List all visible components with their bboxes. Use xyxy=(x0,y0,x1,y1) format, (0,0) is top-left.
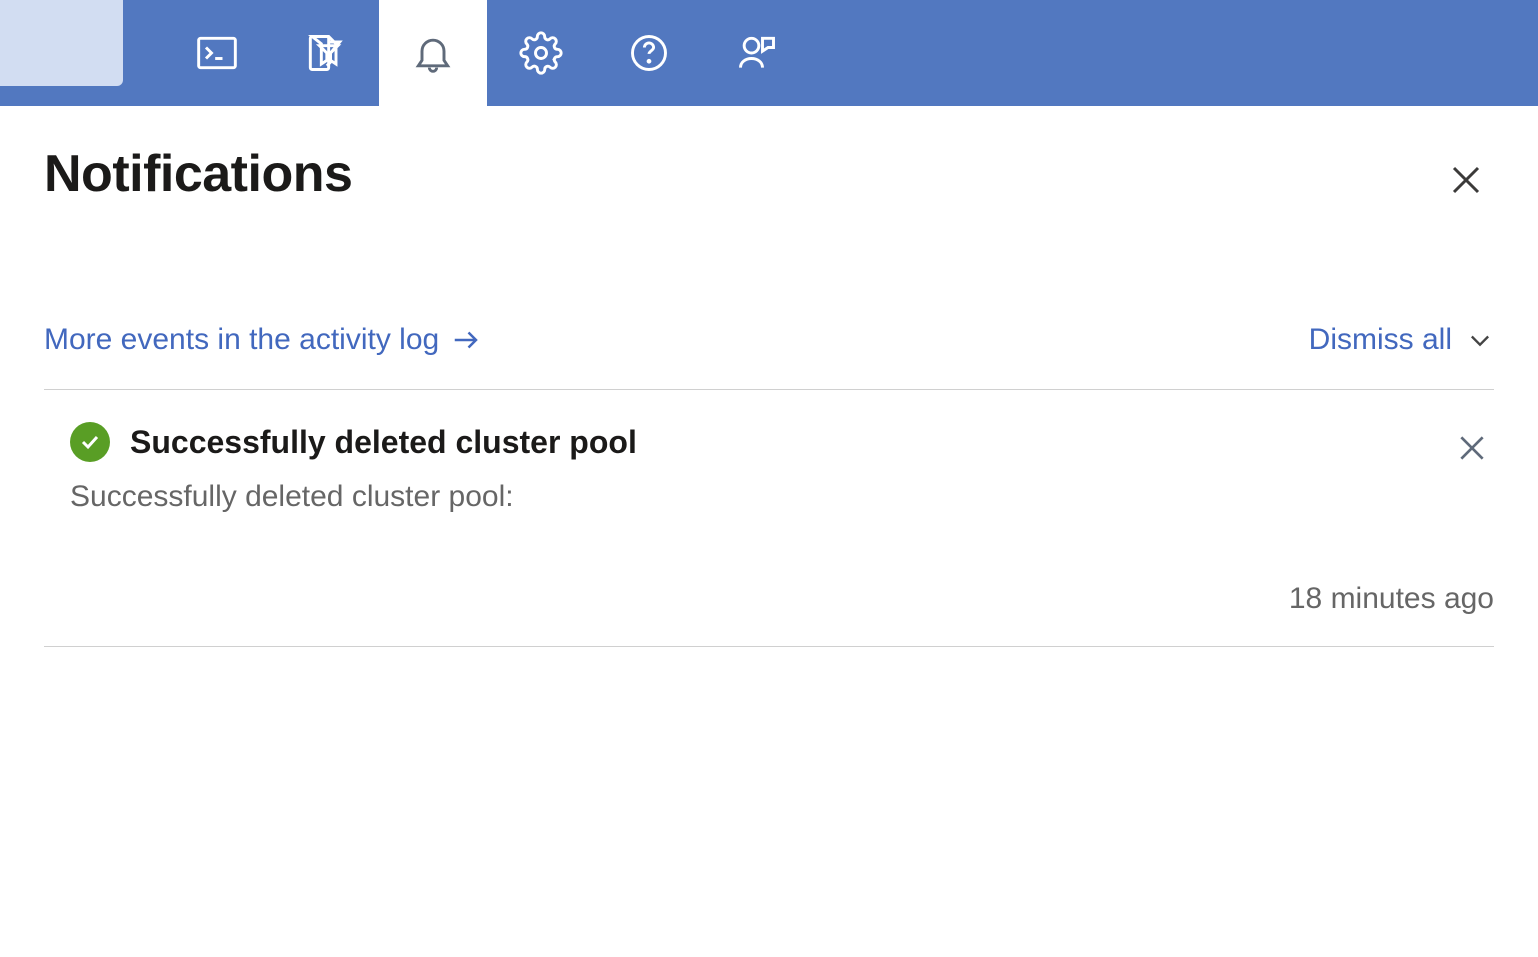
help-button[interactable] xyxy=(595,0,703,106)
directory-filter-button[interactable] xyxy=(271,0,379,106)
search-field[interactable] xyxy=(0,0,123,86)
checkmark-icon xyxy=(78,430,102,454)
panel-title: Notifications xyxy=(44,144,352,204)
notification-header: Successfully deleted cluster pool xyxy=(44,422,1494,462)
notifications-button[interactable] xyxy=(379,0,487,106)
top-bar xyxy=(0,0,1538,106)
panel-action-row: More events in the activity log Dismiss … xyxy=(44,323,1494,390)
feedback-button[interactable] xyxy=(703,0,811,106)
directory-filter-icon xyxy=(303,31,347,75)
activity-log-link[interactable]: More events in the activity log xyxy=(44,323,481,357)
help-icon xyxy=(627,31,671,75)
notification-item: Successfully deleted cluster pool Succes… xyxy=(44,390,1494,647)
cloud-shell-icon xyxy=(195,31,239,75)
notifications-panel: Notifications More events in the activit… xyxy=(0,106,1538,647)
notification-title: Successfully deleted cluster pool xyxy=(130,424,637,461)
dismiss-notification-button[interactable] xyxy=(1450,426,1494,475)
gear-icon xyxy=(519,31,563,75)
bell-icon xyxy=(411,31,455,75)
notification-timestamp: 18 minutes ago xyxy=(44,582,1494,616)
settings-button[interactable] xyxy=(487,0,595,106)
feedback-icon xyxy=(735,31,779,75)
header-icons xyxy=(163,0,811,106)
notification-body: Successfully deleted cluster pool: xyxy=(44,480,1494,514)
close-icon xyxy=(1448,162,1484,198)
dismiss-all-button[interactable]: Dismiss all xyxy=(1309,323,1494,357)
arrow-right-icon xyxy=(451,325,481,355)
close-panel-button[interactable] xyxy=(1438,152,1494,213)
cloud-shell-button[interactable] xyxy=(163,0,271,106)
chevron-down-icon xyxy=(1466,326,1494,354)
close-icon xyxy=(1456,432,1488,464)
success-status-icon xyxy=(70,422,110,462)
activity-log-label: More events in the activity log xyxy=(44,323,439,357)
dismiss-all-label: Dismiss all xyxy=(1309,323,1452,357)
panel-header: Notifications xyxy=(44,144,1494,213)
